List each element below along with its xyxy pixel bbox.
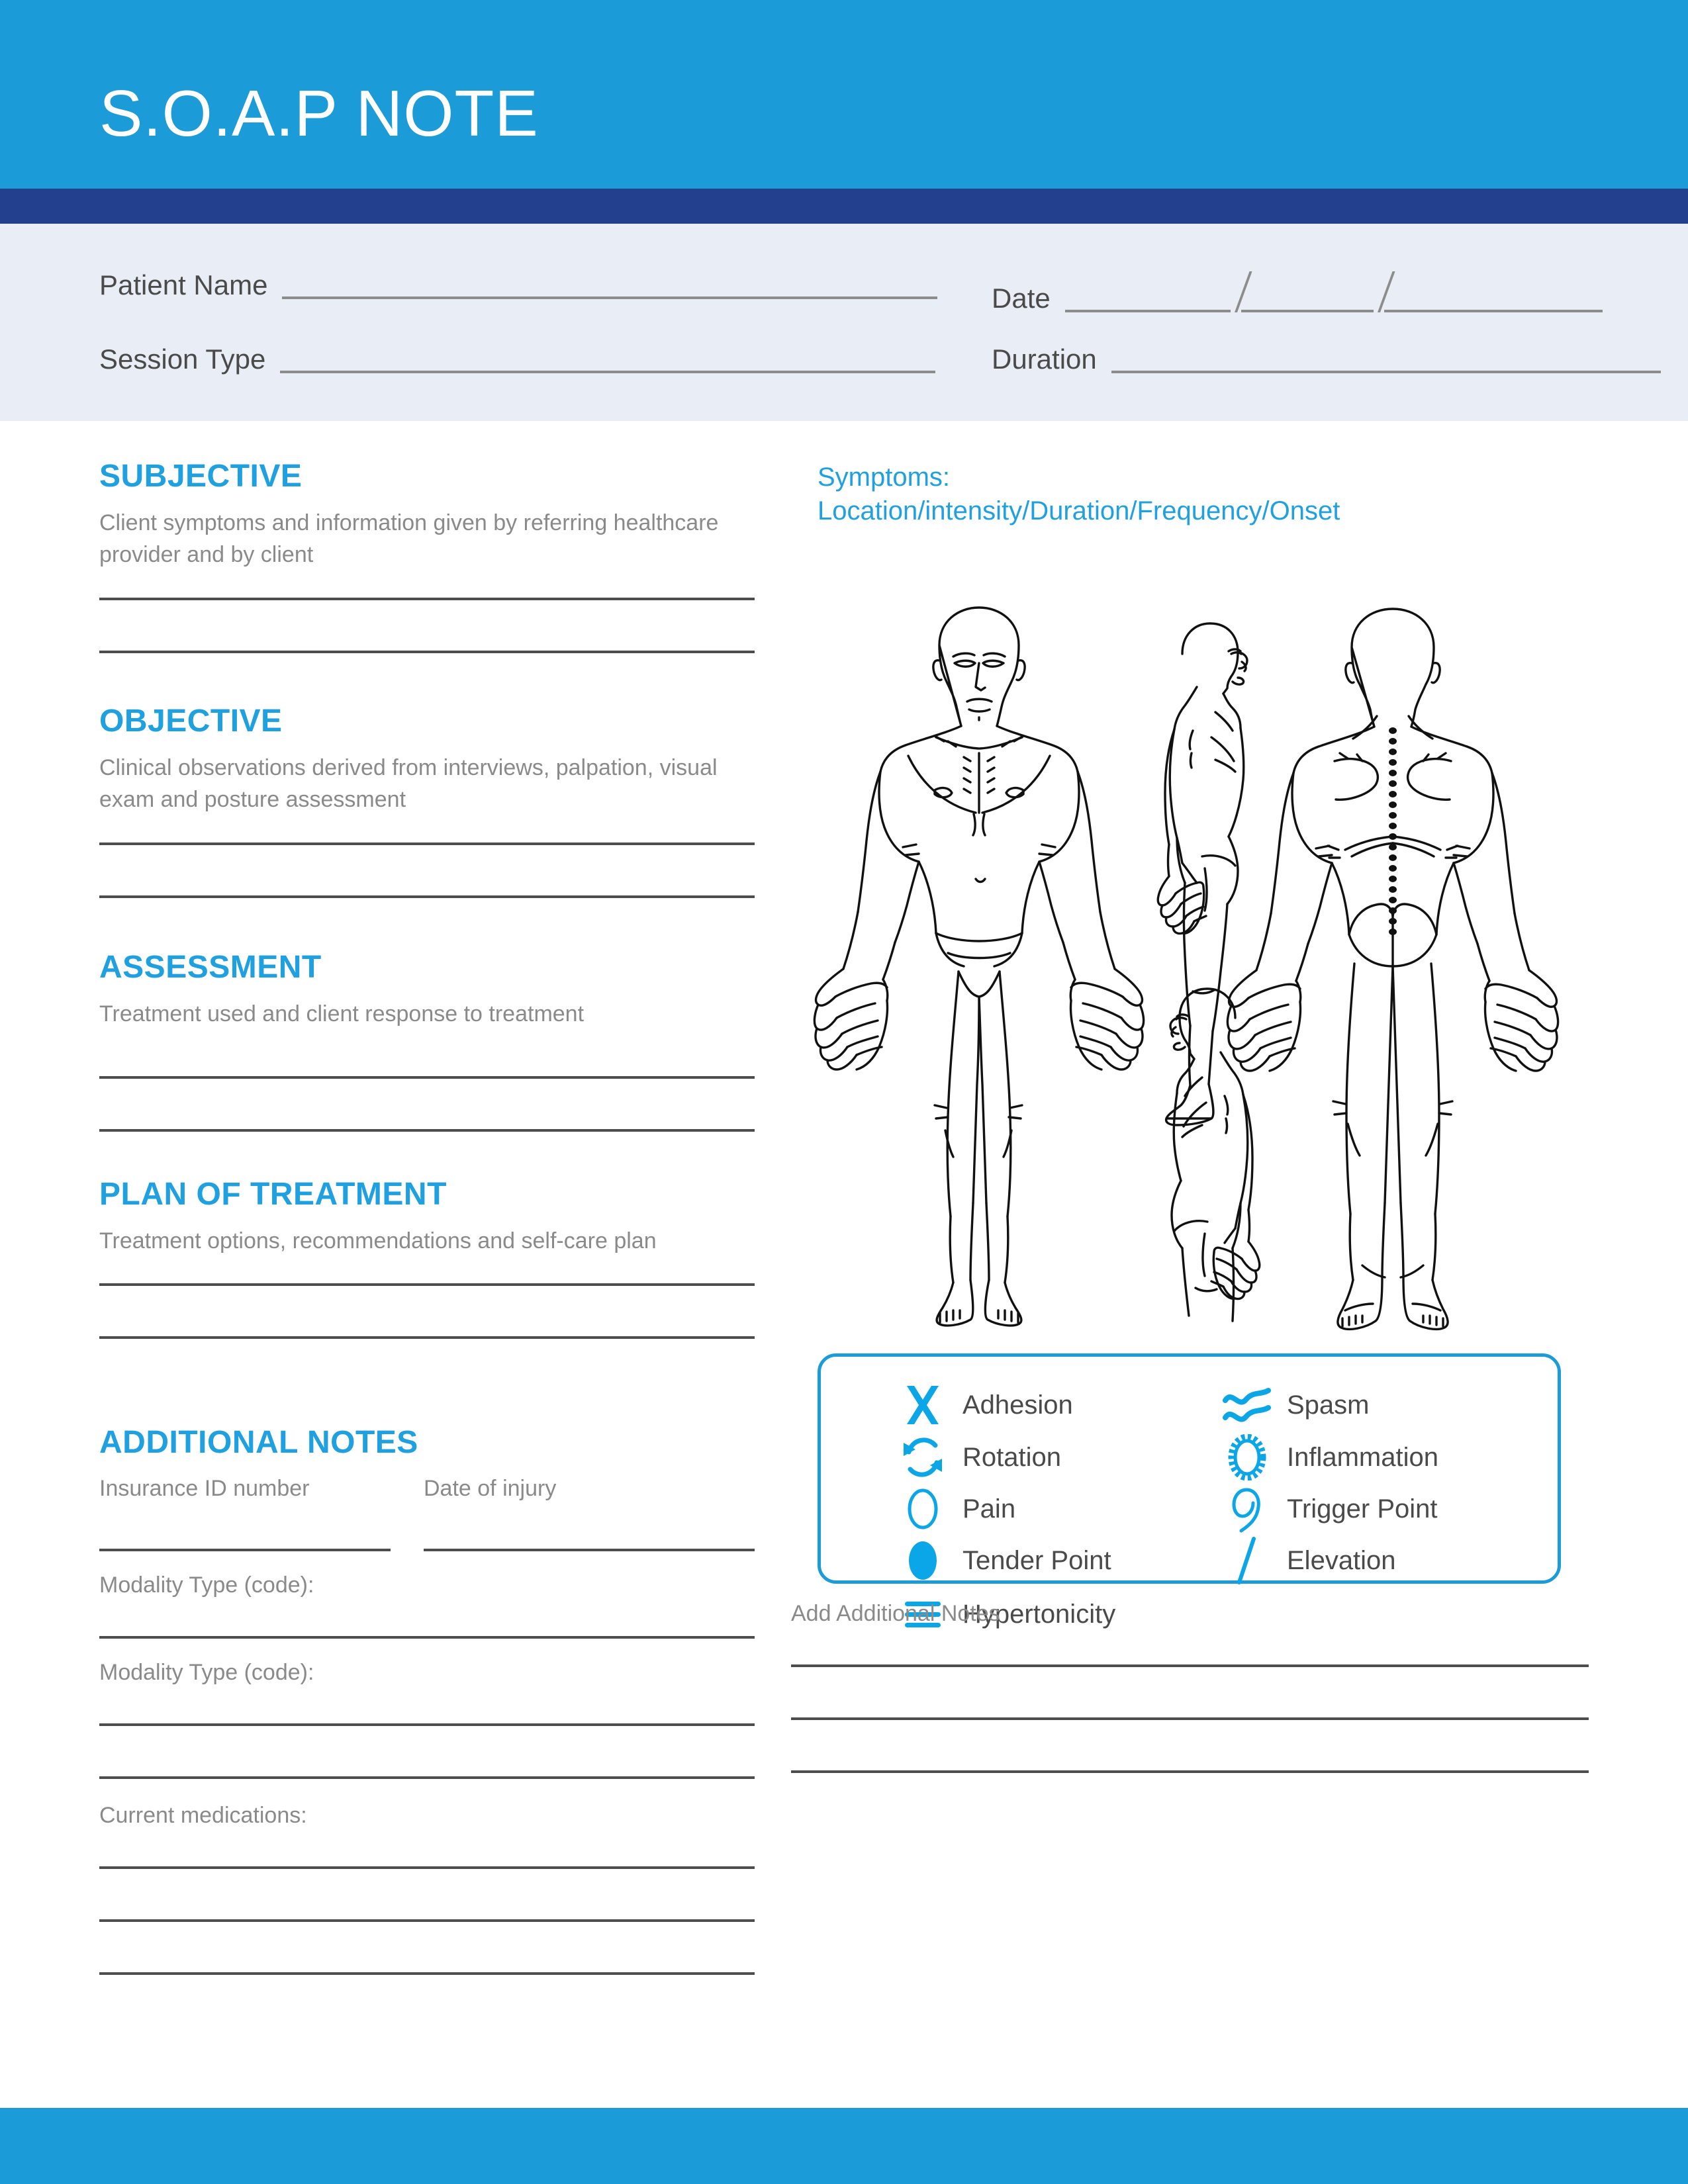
- current-medications-block: Current medications:: [99, 1804, 755, 1975]
- symptoms-heading-line-1: Symptoms:: [818, 463, 951, 492]
- right-column: Symptoms: Location/intensity/Duration/Fr…: [818, 461, 1561, 528]
- legend-label-spasm: Spasm: [1287, 1390, 1370, 1420]
- section-subjective-description: Client symptoms and information given by…: [99, 510, 719, 568]
- session-type-input[interactable]: [280, 371, 936, 373]
- section-additional-notes-heading: ADDITIONAL NOTES: [99, 1425, 418, 1460]
- modality-type-input-1[interactable]: [99, 1636, 755, 1639]
- section-assessment-description: Treatment used and client response to tr…: [99, 1001, 585, 1026]
- figure-posterior: [1226, 608, 1560, 1331]
- rotation-arrows-icon: [895, 1433, 951, 1482]
- tender-point-filled-circle-icon: [895, 1536, 951, 1585]
- date-of-injury-input[interactable]: [424, 1549, 755, 1551]
- duration-input[interactable]: [1111, 371, 1661, 373]
- legend-item-adhesion[interactable]: Adhesion: [895, 1381, 1073, 1430]
- objective-write-line-1[interactable]: [99, 842, 755, 845]
- duration-label: Duration: [992, 343, 1097, 375]
- section-objective-heading: OBJECTIVE: [99, 704, 283, 739]
- assessment-write-line-2[interactable]: [99, 1129, 755, 1132]
- date-slash-2-icon: [1377, 271, 1395, 312]
- date-label: Date: [992, 283, 1051, 314]
- modality-type-input-2[interactable]: [99, 1723, 755, 1726]
- section-additional-notes: ADDITIONAL NOTES Insurance ID number Dat…: [99, 1427, 755, 1975]
- patient-name-field-row: Patient Name: [99, 269, 938, 300]
- symptom-legend-box: Adhesion Spasm Rotation Inflammation Pai…: [818, 1353, 1561, 1627]
- section-assessment-heading: ASSESSMENT: [99, 950, 322, 985]
- footer-bar: [0, 2108, 1688, 2184]
- add-notes-line-2[interactable]: [791, 1717, 1589, 1720]
- legend-label-adhesion: Adhesion: [962, 1390, 1073, 1420]
- modality-type-block-2: Modality Type (code):: [99, 1661, 755, 1779]
- legend-item-tender-point[interactable]: Tender Point: [895, 1536, 1111, 1585]
- trigger-point-hook-icon: [1219, 1484, 1275, 1533]
- pain-open-circle-icon: [895, 1484, 951, 1533]
- current-medications-line-2[interactable]: [99, 1919, 755, 1922]
- insurance-id-label: Insurance ID number: [99, 1476, 310, 1501]
- add-notes-line-3[interactable]: [791, 1770, 1589, 1773]
- session-type-field-row: Session Type: [99, 343, 936, 375]
- section-plan-description: Treatment options, recommendations and s…: [99, 1228, 657, 1253]
- legend-label-inflammation: Inflammation: [1287, 1443, 1438, 1472]
- legend-item-spasm[interactable]: Spasm: [1219, 1381, 1370, 1430]
- section-assessment: ASSESSMENT Treatment used and client res…: [99, 952, 755, 1132]
- add-additional-notes-label: Add Additional Notes: [791, 1601, 1000, 1626]
- section-subjective: SUBJECTIVE Client symptoms and informati…: [99, 461, 755, 653]
- section-subjective-heading: SUBJECTIVE: [99, 459, 303, 494]
- figure-anterior: [813, 606, 1145, 1327]
- page-title: S.O.A.P NOTE: [99, 77, 539, 150]
- legend-item-pain[interactable]: Pain: [895, 1484, 1015, 1533]
- date-of-injury-label: Date of injury: [424, 1476, 557, 1501]
- legend-label-pain: Pain: [962, 1494, 1016, 1524]
- legend-item-rotation[interactable]: Rotation: [895, 1433, 1061, 1482]
- date-slash-1-icon: [1234, 271, 1252, 312]
- add-additional-notes-block: Add Additional Notes: [791, 1602, 1589, 1773]
- section-objective-description: Clinical observations derived from inter…: [99, 755, 718, 813]
- legend-label-trigger-point: Trigger Point: [1287, 1494, 1438, 1524]
- current-medications-line-3[interactable]: [99, 1972, 755, 1975]
- anatomical-body-chart[interactable]: [805, 594, 1560, 1334]
- insurance-id-input[interactable]: [99, 1549, 391, 1551]
- plan-write-line-1[interactable]: [99, 1283, 755, 1287]
- section-objective: OBJECTIVE Clinical observations derived …: [99, 705, 755, 898]
- assessment-write-line-1[interactable]: [99, 1076, 755, 1079]
- inflammation-starburst-icon: [1219, 1433, 1275, 1482]
- patient-name-label: Patient Name: [99, 269, 268, 300]
- insurance-injury-caption-row: Insurance ID number Date of injury: [99, 1477, 755, 1508]
- spasm-waves-icon: [1219, 1381, 1275, 1430]
- subjective-write-line-1[interactable]: [99, 597, 755, 600]
- legend-label-elevation: Elevation: [1287, 1546, 1396, 1575]
- date-day-input[interactable]: [1241, 310, 1374, 312]
- header-accent-stripe: [0, 189, 1688, 224]
- session-type-label: Session Type: [99, 343, 266, 375]
- legend-label-tender-point: Tender Point: [962, 1546, 1111, 1575]
- date-month-input[interactable]: [1064, 310, 1231, 312]
- main-content: SUBJECTIVE Client symptoms and informati…: [0, 421, 1688, 2108]
- objective-write-line-2[interactable]: [99, 895, 755, 898]
- date-year-input[interactable]: [1383, 310, 1603, 312]
- patient-name-input[interactable]: [282, 296, 938, 299]
- section-plan-heading: PLAN OF TREATMENT: [99, 1177, 447, 1212]
- add-notes-line-1[interactable]: [791, 1664, 1589, 1667]
- symptoms-heading: Symptoms: Location/intensity/Duration/Fr…: [818, 461, 1561, 528]
- duration-field-row: Duration: [992, 345, 1661, 373]
- section-plan-of-treatment: PLAN OF TREATMENT Treatment options, rec…: [99, 1177, 755, 1340]
- legend-label-rotation: Rotation: [962, 1443, 1061, 1472]
- elevation-slash-icon: [1219, 1536, 1275, 1585]
- patient-info-band: [0, 224, 1688, 421]
- modality-type-label-2: Modality Type (code):: [99, 1660, 314, 1685]
- modality-type-block-1: Modality Type (code):: [99, 1574, 755, 1639]
- plan-write-line-2[interactable]: [99, 1336, 755, 1340]
- current-medications-label: Current medications:: [99, 1803, 307, 1828]
- current-medications-line-1[interactable]: [99, 1866, 755, 1869]
- modality-type-label-1: Modality Type (code):: [99, 1572, 314, 1598]
- modality-type-input-2b[interactable]: [99, 1776, 755, 1779]
- legend-item-inflammation[interactable]: Inflammation: [1219, 1433, 1438, 1482]
- adhesion-x-icon: [895, 1381, 951, 1430]
- date-field-row: Date: [992, 271, 1603, 312]
- subjective-write-line-2[interactable]: [99, 650, 755, 653]
- legend-item-elevation[interactable]: Elevation: [1219, 1536, 1396, 1585]
- symptoms-heading-line-2: Location/intensity/Duration/Frequency/On…: [818, 496, 1340, 525]
- insurance-injury-rule-row: [99, 1549, 755, 1551]
- legend-item-trigger-point[interactable]: Trigger Point: [1219, 1484, 1438, 1533]
- figure-lateral-left: [1169, 987, 1261, 1322]
